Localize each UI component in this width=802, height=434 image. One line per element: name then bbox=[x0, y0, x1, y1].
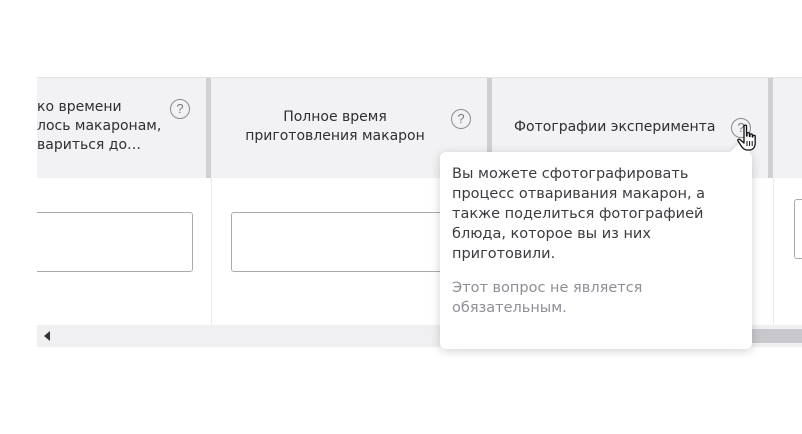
hand-pointer-icon bbox=[737, 124, 756, 151]
cell-input-4[interactable] bbox=[794, 199, 802, 259]
scrollbar-thumb[interactable] bbox=[750, 329, 802, 343]
cell-input-1[interactable] bbox=[37, 212, 193, 272]
column-resize-handle[interactable] bbox=[768, 78, 773, 179]
help-question-icon[interactable]: ? bbox=[451, 109, 471, 129]
column-header-3-label: Фотографии эксперимента bbox=[514, 119, 716, 135]
help-tooltip: Вы можете сфотографировать процесс отвар… bbox=[440, 142, 752, 349]
arrow-left-icon[interactable] bbox=[44, 331, 50, 341]
help-question-icon[interactable]: ? bbox=[170, 99, 190, 119]
column-header-1-label: ко времени лось макаронам, вариться до… bbox=[37, 99, 162, 153]
cell-input-2[interactable] bbox=[231, 212, 471, 272]
column-header-1: ко времени лось макаронам, вариться до… … bbox=[37, 78, 207, 179]
tooltip-text: Вы можете сфотографировать процесс отвар… bbox=[452, 166, 706, 262]
column-header-2-label: Полное время приготовления макарон bbox=[245, 109, 425, 144]
tooltip-note: Этот вопрос не является обязательным. bbox=[452, 280, 643, 316]
cell-divider bbox=[211, 178, 212, 325]
cell-divider bbox=[773, 178, 774, 325]
